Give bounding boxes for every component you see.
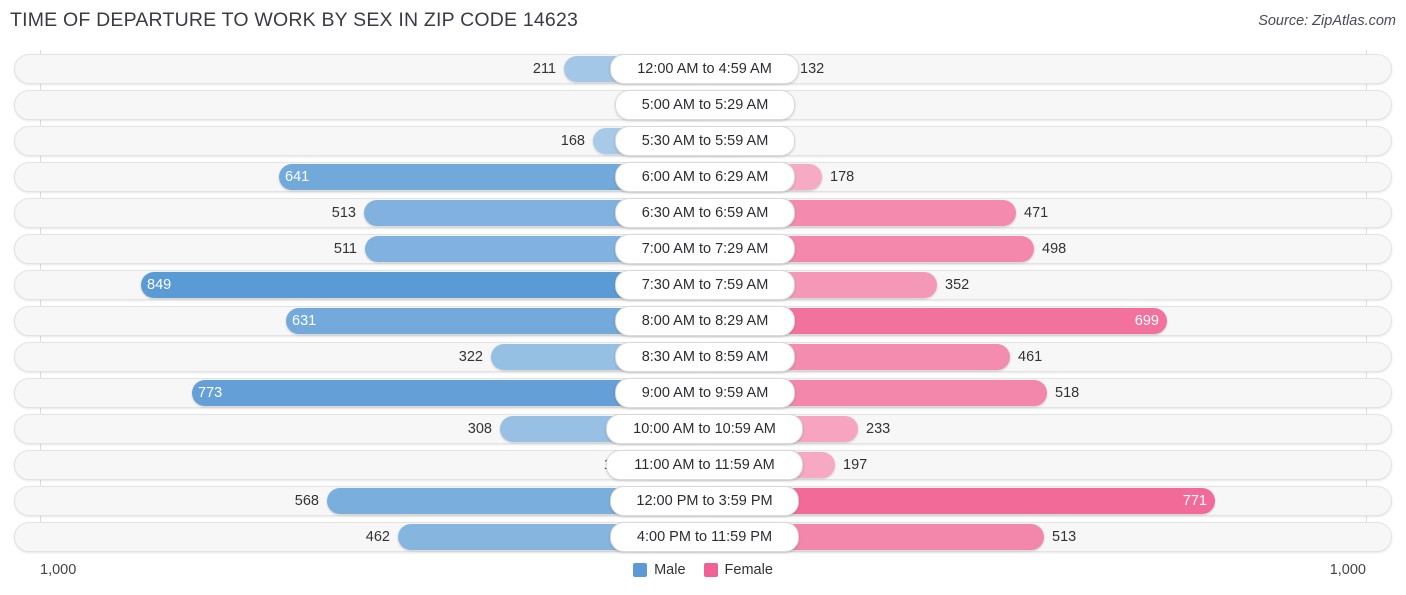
chart-row[interactable]: 322 461 8:30 AM to 8:59 AM	[14, 342, 1392, 372]
bar-group: 511 498 7:00 AM to 7:29 AM	[15, 234, 1393, 264]
bar-value-female: 461	[1018, 349, 1043, 365]
bar-group: 322 461 8:30 AM to 8:59 AM	[15, 342, 1393, 372]
bar-value-female: 178	[830, 169, 855, 185]
category-label-pill: 12:00 PM to 3:59 PM	[610, 486, 799, 516]
bar-value-female: 498	[1042, 241, 1067, 257]
bar-value-male: 462	[365, 529, 390, 545]
legend-swatch-female-icon	[703, 563, 718, 577]
chart-row[interactable]: 86145:00 AM to 5:29 AM	[14, 90, 1392, 120]
bar-value-female: 771	[1182, 493, 1207, 509]
chart-row[interactable]: 168715:30 AM to 5:59 AM	[14, 126, 1392, 156]
bar-value-male: 211	[532, 61, 556, 77]
bar-value-male: 513	[331, 205, 356, 221]
source-attribution: Source: ZipAtlas.com	[1258, 13, 1396, 29]
chart-row[interactable]: 568 771 12:00 PM to 3:59 PM	[14, 486, 1392, 516]
chart-row[interactable]: 631 699 8:00 AM to 8:29 AM	[14, 306, 1392, 336]
category-label-pill: 7:30 AM to 7:59 AM	[615, 270, 795, 300]
bar-group: 568 771 12:00 PM to 3:59 PM	[15, 486, 1393, 516]
chart-row[interactable]: 641 178 6:00 AM to 6:29 AM	[14, 162, 1392, 192]
category-label-pill: 12:00 AM to 4:59 AM	[610, 54, 799, 84]
bar-group: 10319711:00 AM to 11:59 AM	[15, 450, 1393, 480]
legend-label-male: Male	[654, 562, 686, 578]
bar-value-male: 773	[198, 385, 223, 401]
bar-group: 308 233 10:00 AM to 10:59 AM	[15, 414, 1393, 444]
chart-row[interactable]: 308 233 10:00 AM to 10:59 AM	[14, 414, 1392, 444]
legend-label-female: Female	[724, 562, 773, 578]
legend-swatch-male-icon	[633, 563, 648, 577]
bar-value-male: 641	[285, 169, 310, 185]
category-label-pill: 6:30 AM to 6:59 AM	[615, 198, 795, 228]
bar-value-female: 352	[945, 277, 970, 293]
chart-row[interactable]: 211 132 12:00 AM to 4:59 AM	[14, 54, 1392, 84]
category-label-pill: 9:00 AM to 9:59 AM	[615, 378, 795, 408]
bar-value-male: 308	[467, 421, 492, 437]
bar-value-male: 568	[294, 493, 319, 509]
bar-value-female: 197	[843, 457, 868, 473]
bar-value-male: 849	[147, 277, 172, 293]
category-label-pill: 6:00 AM to 6:29 AM	[615, 162, 795, 192]
category-label-pill: 11:00 AM to 11:59 AM	[606, 450, 803, 480]
bar-group: 168715:30 AM to 5:59 AM	[15, 126, 1393, 156]
page-title: TIME OF DEPARTURE TO WORK BY SEX IN ZIP …	[10, 9, 579, 31]
bar-value-female: 233	[866, 421, 891, 437]
category-label-pill: 5:30 AM to 5:59 AM	[615, 126, 795, 156]
bar-value-female: 132	[800, 61, 825, 77]
bar-group: 211 132 12:00 AM to 4:59 AM	[15, 54, 1393, 84]
chart-row[interactable]: 849 352 7:30 AM to 7:59 AM	[14, 270, 1392, 300]
chart-row[interactable]: 10319711:00 AM to 11:59 AM	[14, 450, 1392, 480]
bar-group: 462 513 4:00 PM to 11:59 PM	[15, 522, 1393, 552]
bar-value-male: 511	[333, 241, 357, 257]
category-label-pill: 8:30 AM to 8:59 AM	[615, 342, 795, 372]
chart-legend: Male Female	[0, 562, 1406, 578]
legend-item-male[interactable]: Male	[633, 562, 686, 578]
bar-group: 849 352 7:30 AM to 7:59 AM	[15, 270, 1393, 300]
bar-value-female: 471	[1024, 205, 1049, 221]
bar-group: 773 518 9:00 AM to 9:59 AM	[15, 378, 1393, 408]
bar-group: 513 471 6:30 AM to 6:59 AM	[15, 198, 1393, 228]
category-label-pill: 4:00 PM to 11:59 PM	[610, 522, 799, 552]
category-label-pill: 8:00 AM to 8:29 AM	[615, 306, 795, 336]
bar-group: 86145:00 AM to 5:29 AM	[15, 90, 1393, 120]
chart-row[interactable]: 773 518 9:00 AM to 9:59 AM	[14, 378, 1392, 408]
legend-item-female[interactable]: Female	[703, 562, 773, 578]
chart-row[interactable]: 511 498 7:00 AM to 7:29 AM	[14, 234, 1392, 264]
bar-group: 641 178 6:00 AM to 6:29 AM	[15, 162, 1393, 192]
chart-plot-area: 211 13212:00 AM to 4:59 AM 86145:00 AM to …	[0, 50, 1406, 552]
bar-value-male: 168	[560, 133, 585, 149]
chart-row[interactable]: 513 471 6:30 AM to 6:59 AM	[14, 198, 1392, 228]
bar-group: 631 699 8:00 AM to 8:29 AM	[15, 306, 1393, 336]
category-label-pill: 7:00 AM to 7:29 AM	[615, 234, 795, 264]
category-label-pill: 10:00 AM to 10:59 AM	[606, 414, 803, 444]
bar-value-male: 631	[292, 313, 317, 329]
category-label-pill: 5:00 AM to 5:29 AM	[615, 90, 795, 120]
bar-value-female: 518	[1055, 385, 1080, 401]
chart-footer: 1,000 1,000 Male Female	[0, 552, 1406, 595]
chart-root: TIME OF DEPARTURE TO WORK BY SEX IN ZIP …	[0, 0, 1406, 595]
bar-value-male: 322	[458, 349, 483, 365]
bar-value-female: 699	[1134, 313, 1159, 329]
chart-row[interactable]: 462 513 4:00 PM to 11:59 PM	[14, 522, 1392, 552]
bar-value-female: 513	[1052, 529, 1077, 545]
